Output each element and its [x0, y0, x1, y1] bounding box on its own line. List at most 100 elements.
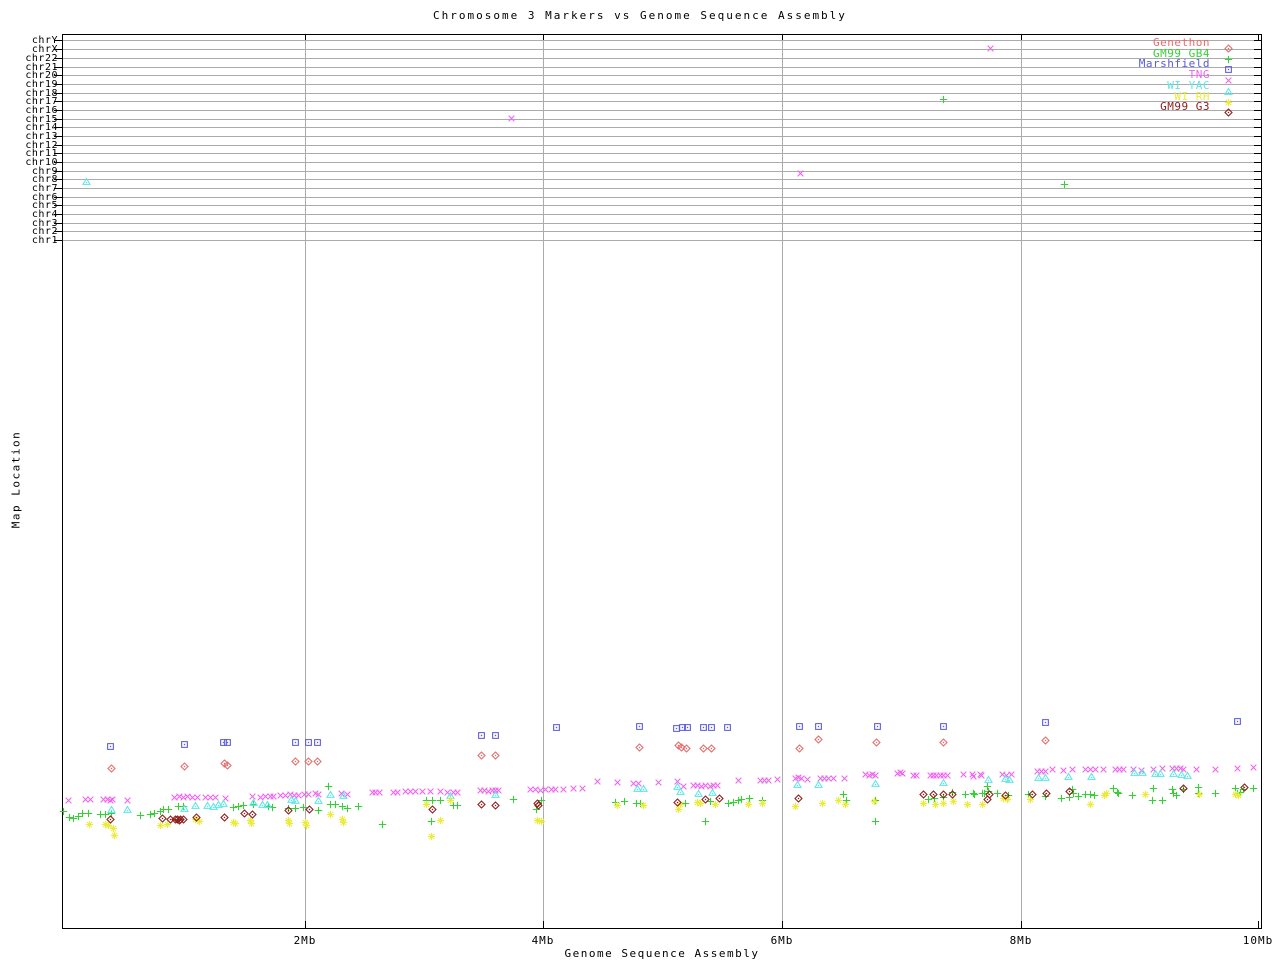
plus-icon — [1249, 784, 1257, 792]
wi-rh-point — [818, 793, 827, 812]
gm99-g3-point — [283, 800, 293, 819]
chr-gridline — [63, 197, 1261, 198]
tng-point — [898, 763, 907, 782]
square-dot-icon — [491, 731, 499, 739]
gm99-g3-point — [178, 809, 188, 828]
y-axis-label: Map Location — [9, 430, 23, 529]
diamond-dot-icon — [1178, 783, 1188, 793]
y-tick — [1254, 223, 1262, 224]
marshfield-point — [223, 732, 232, 751]
triangle-dot-icon — [1086, 771, 1096, 780]
genethon-point — [312, 751, 322, 770]
gm99-g3-point — [1239, 777, 1249, 796]
diamond-dot-icon — [247, 809, 257, 819]
marshfield-point — [180, 734, 189, 753]
genethon-point — [179, 756, 189, 775]
gm99-g3-point — [918, 784, 928, 803]
cross-icon — [569, 784, 577, 792]
asterisk-icon — [744, 800, 752, 808]
asterisk-icon — [963, 800, 971, 808]
x-tick — [1258, 34, 1259, 40]
square-dot-icon — [223, 738, 231, 746]
marshfield-point — [795, 716, 804, 735]
y-tick — [1254, 119, 1262, 120]
wi-rh-point — [963, 794, 972, 813]
genethon-point — [490, 745, 500, 764]
asterisk-icon — [285, 819, 293, 827]
asterisk-icon — [537, 817, 545, 825]
marshfield-point — [1041, 712, 1050, 731]
gm99-gb4-point — [1114, 783, 1123, 802]
triangle-dot-icon — [638, 783, 648, 792]
genethon-point — [290, 751, 300, 770]
plus-icon — [378, 820, 386, 828]
x-tick-label: 6Mb — [770, 934, 794, 947]
diamond-dot-icon — [1027, 789, 1037, 799]
wi-yac-point — [338, 785, 348, 804]
chart-title: Chromosome 3 Markers vs Genome Sequence … — [433, 9, 847, 22]
cross-icon — [1119, 765, 1127, 773]
gm99-g3-point — [793, 788, 803, 807]
asterisk-icon — [302, 821, 310, 829]
tng-point — [64, 790, 73, 809]
asterisk-icon — [339, 818, 347, 826]
diamond-dot-icon — [179, 761, 189, 771]
diamond-dot-icon — [476, 799, 486, 809]
wi-yac-point — [81, 171, 91, 190]
x-tick — [305, 34, 306, 40]
triangle-dot-icon — [313, 795, 323, 804]
square-dot-icon — [723, 723, 731, 731]
wi-rh-point — [85, 814, 94, 833]
gm99-g3-point — [1178, 778, 1188, 797]
diamond-dot-icon — [947, 789, 957, 799]
tng-point — [569, 778, 578, 797]
square-dot-icon — [106, 742, 114, 750]
tng-point — [773, 769, 782, 788]
diamond-dot-icon — [105, 814, 115, 824]
chr-gridline — [63, 188, 1261, 189]
diamond-dot-icon — [1040, 735, 1050, 745]
asterisk-icon — [446, 796, 454, 804]
diamond-dot-icon — [427, 804, 437, 814]
diamond-dot-icon — [490, 800, 500, 810]
gm99-g3-point — [427, 799, 437, 818]
gm99-gb4-point — [1211, 783, 1220, 802]
x-tick-label: 2Mb — [293, 934, 317, 947]
gm99-gb4-point — [701, 811, 710, 830]
triangle-dot-icon — [325, 789, 335, 798]
cross-icon — [829, 774, 837, 782]
gm99-g3-point — [533, 795, 543, 814]
gm99-gb4-point — [136, 805, 145, 824]
plus-icon — [1128, 791, 1136, 799]
square-dot-icon — [1041, 718, 1049, 726]
asterisk-icon — [231, 819, 239, 827]
cross-icon — [773, 775, 781, 783]
gm99-g3-point — [1000, 785, 1010, 804]
square-dot-icon — [1233, 717, 1241, 725]
genethon-point — [1040, 730, 1050, 749]
tng-point — [912, 765, 921, 784]
square-dot-icon — [873, 722, 881, 730]
gm99-gb4-point — [1158, 790, 1167, 809]
wi-rh-point — [1141, 784, 1150, 803]
marshfield-point — [939, 716, 948, 735]
diamond-dot-icon — [672, 797, 682, 807]
cross-icon — [375, 788, 383, 796]
plus-icon — [939, 95, 947, 103]
diamond-dot-icon — [918, 789, 928, 799]
x-tick-label: 10Mb — [1242, 934, 1274, 947]
wi-yac-point — [122, 799, 132, 818]
gm99-g3-point — [105, 809, 115, 828]
cross-icon — [734, 776, 742, 784]
y-tick — [1254, 40, 1262, 41]
triangle-dot-icon — [983, 774, 993, 783]
wi-rh-point — [339, 812, 348, 831]
asterisk-icon — [1195, 790, 1203, 798]
y-tick — [1254, 136, 1262, 137]
chr-gridline — [63, 171, 1261, 172]
marshfield-point — [707, 717, 716, 736]
chr-gridline — [63, 240, 1261, 241]
gm99-g3-point — [1064, 781, 1074, 800]
marshfield-point — [291, 732, 300, 751]
wi-rh-point — [1195, 784, 1204, 803]
